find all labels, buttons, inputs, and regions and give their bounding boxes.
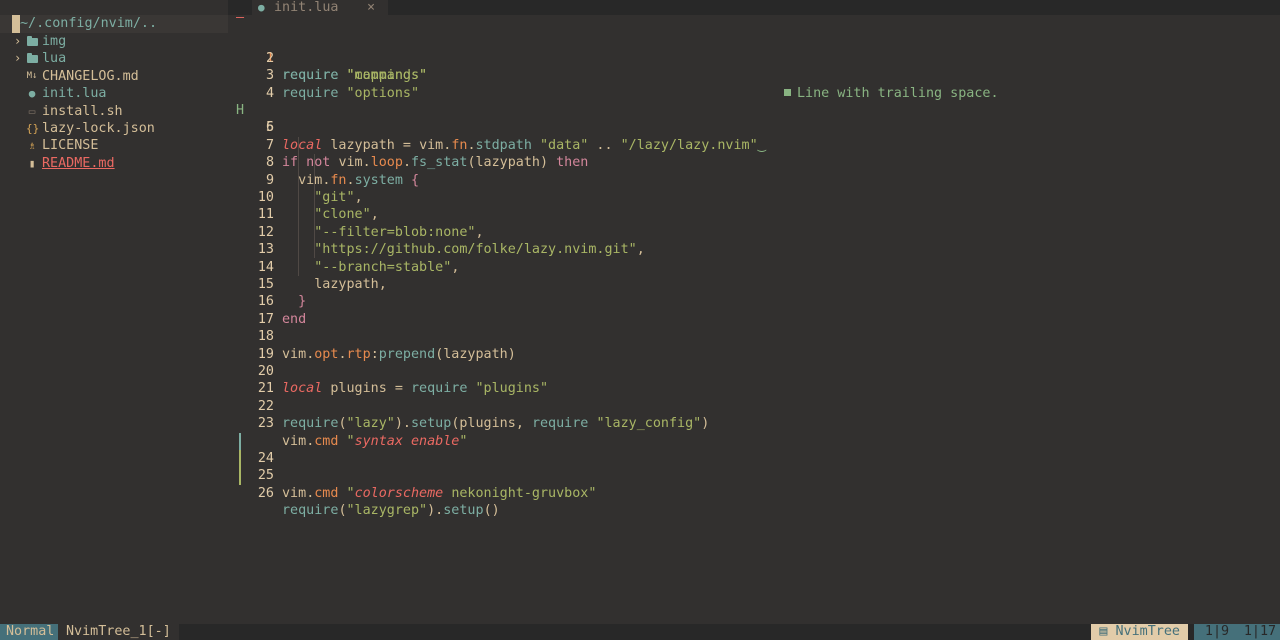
close-icon[interactable]: ×	[367, 0, 375, 15]
tree-item-label: install.sh	[42, 103, 123, 119]
line-number: 26	[257, 485, 274, 501]
chevron-right-icon: ›	[14, 51, 22, 66]
code-line[interactable]: 6	[228, 102, 1280, 135]
cursor-position: 1|9	[1194, 624, 1240, 640]
code-line[interactable]: 16 end	[228, 276, 1280, 326]
code-text: vim.cmd "colorscheme nekonight-gruvbox"	[282, 485, 597, 501]
tree-item-label: LICENSE	[42, 138, 99, 154]
tree-item-label: lua	[42, 51, 67, 67]
tree-header[interactable]: ~/.config/nvim/..	[0, 15, 228, 33]
code-line[interactable]: 23 vim.cmd "syntax enable"	[228, 398, 1280, 448]
tab-title: init.lua	[274, 0, 339, 15]
tree-item-label: README.md	[42, 155, 115, 171]
git-add-bar	[239, 467, 241, 485]
code-line[interactable]: 25 vim.cmd "colorscheme nekonight-gruvbo…	[228, 433, 1280, 501]
code-line[interactable]: 10 "clone",	[228, 172, 1280, 222]
status-line: Normal NvimTree_1[-] ▤ NvimTree 1|9 1|17	[0, 624, 1280, 640]
code-line[interactable]: 9 "git",	[228, 154, 1280, 205]
code-line[interactable]: 2 require "commands"	[228, 32, 1280, 83]
code-line[interactable]: 4	[228, 67, 1280, 101]
code-line[interactable]: 14 lazypath,	[228, 241, 1280, 292]
tree-item-label: lazy-lock.json	[42, 121, 155, 136]
json-icon: {}	[26, 122, 40, 135]
diagnostic-message: Line with trailing space.	[784, 85, 999, 102]
markdown-icon: M↓	[26, 70, 38, 81]
code-text: require("lazygrep").setup()	[282, 503, 500, 519]
code-line[interactable]: 22 require("lazy").setup(plugins, requir…	[228, 380, 1280, 431]
tab-init-lua[interactable]: ● init.lua ×	[252, 0, 388, 15]
code-line[interactable]: 15 }	[228, 259, 1280, 309]
code-line[interactable]: 13 "--branch=stable",	[228, 224, 1280, 274]
tree-root-path[interactable]: ~/.config/nvim/..	[20, 15, 157, 33]
tree-item-label: init.lua	[42, 86, 107, 102]
code-line[interactable]: 20 local plugins = require "plugins"	[228, 346, 1280, 396]
mode-indicator: Normal	[0, 624, 61, 640]
code-line[interactable]: 18 vim.opt.rtp:prepend(lazypath)	[228, 311, 1280, 361]
code-line[interactable]: 21	[228, 363, 1280, 396]
tab-bar: ● init.lua ×	[228, 0, 1280, 15]
tree-item-label: img	[42, 34, 67, 49]
license-icon: ♗	[28, 139, 36, 153]
code-line[interactable]: 12 "https://github.com/folke/lazy.nvim.g…	[228, 206, 1280, 257]
code-line[interactable]: – 1 require "mappings"	[228, 10, 1280, 83]
folder-icon	[27, 53, 38, 64]
code-line[interactable]: 26 require("lazygrep").setup()	[228, 450, 1280, 518]
file-progress: 1|17	[1240, 624, 1280, 640]
buffer-name: NvimTree_1[-]	[58, 624, 179, 640]
lua-icon: ●	[28, 87, 36, 101]
file-tree: ~/.config/nvim/.. › img › lua M↓ CHANGEL…	[0, 0, 228, 624]
shell-icon: ▭	[28, 104, 36, 118]
code-line[interactable]: 19	[228, 328, 1280, 362]
code-line[interactable]: 24	[228, 415, 1280, 466]
readme-icon: ▮	[28, 156, 36, 170]
code-line[interactable]: 17	[228, 293, 1280, 327]
code-line[interactable]: H 5 local lazypath = vim.fn.stdpath "dat…	[228, 85, 1280, 153]
folder-icon	[27, 36, 38, 46]
filetype-indicator: ▤ NvimTree	[1091, 624, 1188, 640]
git-delete-sign: –	[236, 10, 245, 25]
cursor-block	[12, 15, 20, 33]
lua-icon: ●	[258, 1, 265, 14]
chevron-right-icon: ›	[14, 34, 22, 48]
code-line[interactable]: 7 if not vim.loop.fs_stat(lazypath) then	[228, 119, 1280, 170]
code-line[interactable]: 3 require "options"	[228, 50, 1280, 100]
file-icon: ▤	[1099, 624, 1116, 639]
code-line[interactable]: 11 "--filter=blob:none",	[228, 189, 1280, 239]
code-line[interactable]: 8 vim.fn.system {	[228, 137, 1280, 187]
tree-item-label: CHANGELOG.md	[42, 68, 139, 84]
code-editor[interactable]: – 1 require "mappings" 2 require "comman…	[228, 10, 1280, 624]
